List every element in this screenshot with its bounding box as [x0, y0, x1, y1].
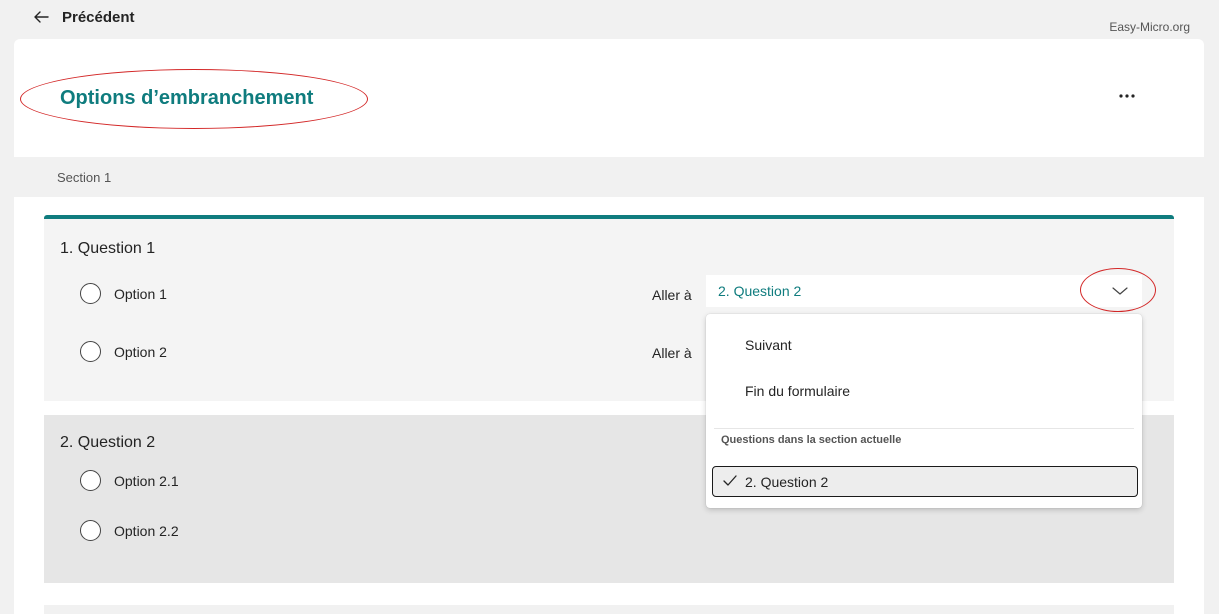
option-label: Option 2 — [114, 343, 167, 360]
question-title: 1. Question 1 — [60, 240, 156, 257]
next-question-edge — [44, 605, 1174, 614]
section-label: Section 1 — [57, 170, 112, 185]
option-radio[interactable] — [80, 470, 101, 491]
dropdown-item-label: 2. Question 2 — [745, 474, 829, 490]
branch-select-value: 2. Question 2 — [718, 283, 802, 299]
dropdown-group-header: Questions dans la section actuelle — [721, 434, 902, 446]
dropdown-item-next[interactable]: Suivant — [745, 337, 792, 353]
goto-label: Aller à — [652, 345, 692, 361]
checkmark-icon — [723, 475, 737, 486]
option-row: Option 1 — [80, 283, 167, 304]
option-row: Option 2.1 — [80, 470, 179, 491]
option-radio[interactable] — [80, 283, 101, 304]
question-title: 2. Question 2 — [60, 434, 156, 451]
branch-select[interactable]: 2. Question 2 — [706, 275, 1142, 307]
option-row: Option 2.2 — [80, 520, 179, 541]
option-radio[interactable] — [80, 520, 101, 541]
goto-label: Aller à — [652, 287, 692, 303]
top-bar: Précédent Easy-Micro.org — [0, 0, 1219, 38]
annotation-ellipse-chevron — [1080, 268, 1156, 312]
more-icon — [1119, 94, 1135, 98]
arrow-left-icon — [34, 11, 49, 23]
watermark: Easy-Micro.org — [1109, 20, 1190, 34]
branch-dropdown-menu: Suivant Fin du formulaire Questions dans… — [706, 314, 1142, 508]
option-label: Option 2.1 — [114, 472, 179, 489]
option-label: Option 1 — [114, 285, 167, 302]
back-label: Précédent — [62, 8, 135, 26]
back-button[interactable]: Précédent — [32, 8, 135, 26]
option-label: Option 2.2 — [114, 522, 179, 539]
option-row: Option 2 — [80, 341, 167, 362]
section-header: Section 1 — [14, 157, 1204, 197]
dropdown-divider — [714, 428, 1134, 429]
page-title: Options d’embranchement — [60, 87, 314, 109]
dropdown-item-selected[interactable]: 2. Question 2 — [712, 466, 1138, 497]
option-radio[interactable] — [80, 341, 101, 362]
more-options-button[interactable] — [1114, 85, 1140, 107]
dropdown-item-end-of-form[interactable]: Fin du formulaire — [745, 383, 850, 399]
